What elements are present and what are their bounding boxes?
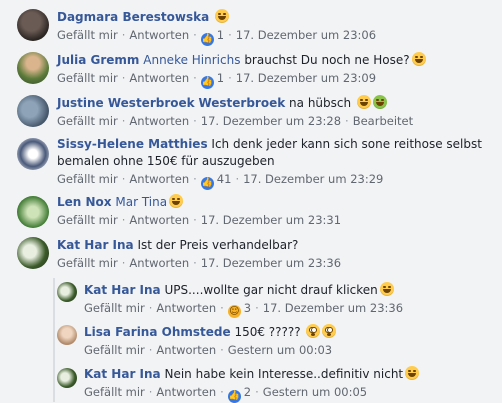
avatar[interactable] [57, 282, 77, 302]
comment-author[interactable]: Len Nox [57, 195, 112, 209]
avatar[interactable] [17, 138, 49, 170]
avatar[interactable] [57, 368, 77, 388]
timestamp[interactable]: Gestern um 00:05 [263, 385, 367, 399]
reply-text: Nein habe kein Interesse..definitiv nich… [164, 367, 404, 381]
laughing-emoji-icon [215, 9, 230, 23]
timestamp[interactable]: Gestern um 00:03 [228, 343, 332, 357]
avatar[interactable] [57, 325, 77, 345]
reply-link[interactable]: Antworten [129, 213, 189, 227]
haha-icon[interactable]: ☺ [227, 305, 241, 318]
comment-text: brauchst Du noch ne Hose? [244, 53, 410, 67]
avatar[interactable] [17, 196, 49, 228]
flushed-emoji-icon [322, 324, 337, 338]
reply-link[interactable]: Antworten [129, 71, 189, 85]
reply-link[interactable]: Antworten [129, 256, 189, 270]
timestamp[interactable]: 17. Dezember um 23:36 [201, 256, 341, 270]
timestamp[interactable]: 17. Dezember um 23:31 [201, 213, 341, 227]
like-link[interactable]: Gefällt mir [57, 256, 118, 270]
laughing-emoji-icon [379, 282, 394, 296]
reply-link[interactable]: Antworten [129, 28, 189, 42]
reply-link[interactable]: Antworten [129, 172, 189, 186]
like-link[interactable]: Gefällt mir [57, 213, 118, 227]
avatar[interactable] [17, 95, 49, 127]
timestamp[interactable]: 17. Dezember um 23:29 [243, 172, 383, 186]
laughing-emoji-icon [356, 95, 371, 109]
comment-text-continued: bemalen ohne 150€ für auszugeben [57, 154, 275, 168]
timestamp[interactable]: 17. Dezember um 23:36 [263, 301, 403, 315]
comment-author[interactable]: Sissy-Helene Matthies [57, 137, 208, 151]
laughing-emoji-icon [169, 194, 184, 208]
reply-link[interactable]: Antworten [129, 114, 189, 128]
reply-author[interactable]: Kat Har Ina [84, 283, 161, 297]
avatar[interactable] [17, 9, 49, 41]
like-link[interactable]: Gefällt mir [57, 71, 118, 85]
comment-author[interactable]: Dagmara Berestowska [57, 10, 209, 24]
reply-link[interactable]: Antworten [156, 301, 216, 315]
like-icon[interactable]: 👍 [200, 76, 214, 89]
flushed-emoji-icon [306, 324, 321, 338]
like-link[interactable]: Gefällt mir [84, 385, 145, 399]
reply-link[interactable]: Antworten [156, 343, 216, 357]
mention-link[interactable]: Anneke Hinrichs [143, 53, 240, 67]
sick-emoji-icon [372, 95, 387, 109]
comment-text: na hübsch [289, 96, 352, 110]
edited-label[interactable]: Bearbeitet [353, 114, 413, 128]
timestamp[interactable]: 17. Dezember um 23:06 [236, 28, 376, 42]
reply-author[interactable]: Kat Har Ina [84, 367, 161, 381]
reply-link[interactable]: Antworten [156, 385, 216, 399]
comment-text: Ist der Preis verhandelbar? [137, 238, 299, 252]
reply-text: 150€ ????? [234, 325, 301, 339]
avatar[interactable] [17, 237, 49, 269]
timestamp[interactable]: 17. Dezember um 23:28 [201, 114, 341, 128]
like-link[interactable]: Gefällt mir [57, 172, 118, 186]
comment-author[interactable]: Justine Westerbroek [57, 96, 195, 110]
laughing-emoji-icon [405, 366, 420, 380]
like-icon[interactable]: 👍 [227, 390, 241, 403]
like-link[interactable]: Gefällt mir [57, 114, 118, 128]
comment-author[interactable]: Julia Gremm [57, 53, 139, 67]
comment-author[interactable]: Kat Har Ina [57, 238, 134, 252]
avatar[interactable] [17, 52, 49, 84]
mention-link[interactable]: Westerbroek [198, 96, 285, 110]
mention-link[interactable]: Mar Tina [115, 195, 167, 209]
like-icon[interactable]: 👍 [200, 177, 214, 190]
like-link[interactable]: Gefällt mir [57, 28, 118, 42]
reply-author[interactable]: Lisa Farina Ohmstede [84, 325, 231, 339]
like-link[interactable]: Gefällt mir [84, 301, 145, 315]
reply-thread-line [53, 278, 55, 402]
reply-text: UPS....wollte gar nicht drauf klicken [164, 283, 378, 297]
laughing-emoji-icon [411, 52, 426, 66]
like-icon[interactable]: 👍 [200, 33, 214, 46]
comment-text: Ich denk jeder kann sich sone reithose s… [211, 137, 482, 151]
reaction-count[interactable]: 41 [217, 172, 232, 186]
timestamp[interactable]: 17. Dezember um 23:09 [236, 71, 376, 85]
like-link[interactable]: Gefällt mir [84, 343, 145, 357]
